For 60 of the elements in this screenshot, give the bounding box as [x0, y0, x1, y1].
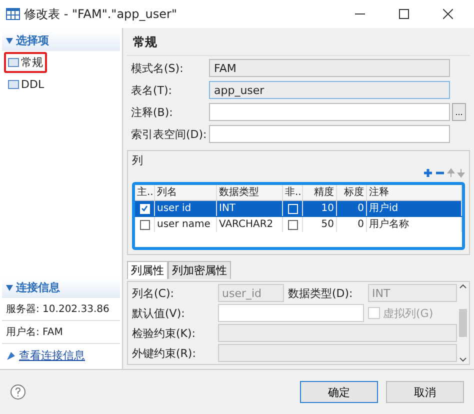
field-label: 索引表空间(D):	[131, 126, 207, 142]
checkbox[interactable]	[140, 220, 150, 230]
info-text: 用户名: FAM	[2, 321, 120, 344]
ok-button[interactable]: 确定	[300, 381, 378, 403]
column-header[interactable]: 精度	[303, 185, 337, 200]
table-cell: INT	[217, 201, 283, 216]
column-header[interactable]: 标度	[337, 185, 367, 200]
info-text: 服务器: 10.202.33.86	[2, 298, 120, 321]
input-field[interactable]	[218, 304, 364, 322]
column-header[interactable]: 数据类型	[217, 185, 283, 200]
field-label: 模式名(S):	[131, 60, 184, 76]
input-field[interactable]	[209, 125, 450, 143]
checkbox[interactable]	[288, 220, 298, 230]
collapse-icon[interactable]	[6, 38, 13, 44]
table-icon	[6, 8, 20, 20]
connection-icon	[6, 350, 16, 360]
section-header[interactable]: 选择项	[2, 30, 120, 51]
help-icon[interactable]	[10, 384, 26, 400]
field-label: 表名(T):	[131, 82, 174, 98]
tab[interactable]: 列加密属性	[168, 261, 231, 279]
table-icon	[8, 80, 19, 89]
cancel-button[interactable]: 取消	[386, 381, 464, 403]
table-cell: 0	[337, 217, 367, 232]
field-label: 注释(B):	[131, 104, 174, 120]
input-field[interactable]: app_user	[209, 81, 450, 99]
column-header[interactable]: 非...	[283, 185, 303, 200]
field-label: 检验约束(K):	[132, 326, 197, 340]
window-title: 修改表 - "FAM"."app_user"	[24, 6, 178, 22]
input-field[interactable]	[209, 103, 450, 121]
column-header[interactable]: 主...	[135, 185, 155, 200]
connection-link[interactable]: 查看连接信息	[19, 348, 85, 363]
browse-button[interactable]: ...	[452, 103, 466, 121]
field-label: 数据类型(D):	[288, 286, 354, 300]
input-field[interactable]	[218, 344, 457, 362]
tab[interactable]: 列属性	[127, 261, 168, 279]
group-title: 列	[132, 153, 144, 168]
column-header[interactable]: 注释	[367, 185, 462, 200]
column-header[interactable]: 列名	[155, 185, 217, 200]
table-cell: 0	[337, 201, 367, 216]
table-icon	[8, 58, 19, 67]
table-cell: user name	[155, 217, 217, 232]
scroll-up-icon[interactable]	[459, 284, 467, 289]
section-header[interactable]: 连接信息	[2, 277, 120, 298]
field-label: 默认值(V):	[132, 306, 186, 320]
table-cell: 50	[303, 217, 337, 232]
sidebar-item[interactable]: 常规	[4, 52, 47, 73]
table-cell: 用户名称	[367, 217, 462, 232]
add-icon[interactable]	[423, 168, 433, 178]
scrollbar[interactable]	[457, 284, 469, 362]
field-label: 列名(C):	[132, 286, 175, 300]
input-field[interactable]: FAM	[209, 59, 450, 77]
scroll-down-icon[interactable]	[459, 357, 467, 362]
table-cell: user id	[155, 201, 217, 216]
input-field[interactable]	[218, 324, 457, 342]
table-cell: VARCHAR2	[217, 217, 283, 232]
collapse-icon[interactable]	[6, 284, 13, 290]
table-cell: 10	[303, 201, 337, 216]
sidebar-item[interactable]: DDL	[4, 75, 48, 94]
field-label: 外键约束(R):	[132, 346, 197, 360]
table-cell: 用户id	[367, 201, 462, 216]
